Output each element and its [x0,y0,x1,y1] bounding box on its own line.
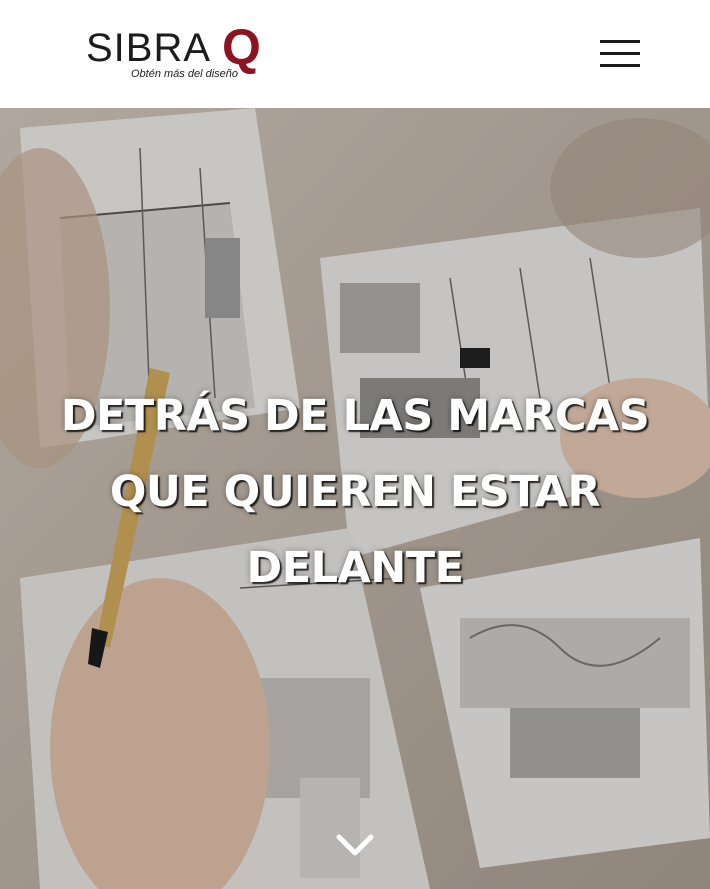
logo[interactable]: SIBRA Q Obtén más del diseño [86,22,266,84]
hero-section: DETRÁS DE LAS MARCAS QUE QUIEREN ESTAR D… [0,108,710,889]
hero-title-line-3: DELANTE [246,543,464,593]
site-header: SIBRA Q Obtén más del diseño [0,0,710,108]
hero-title: DETRÁS DE LAS MARCAS QUE QUIEREN ESTAR D… [30,378,680,606]
menu-bar-bottom [600,64,640,67]
logo-tagline: Obtén más del diseño [131,68,239,80]
hamburger-menu-icon[interactable] [596,38,642,70]
hero-title-line-1: DETRÁS DE LAS MARCAS [60,391,650,441]
menu-bar-top [600,40,640,43]
chevron-down-icon[interactable] [335,831,375,859]
logo-accent-letter: Q [222,19,261,75]
logo-wordmark: SIBRA [86,26,212,70]
hero-title-line-2: QUE QUIEREN ESTAR [109,467,601,517]
menu-bar-middle [600,52,640,55]
